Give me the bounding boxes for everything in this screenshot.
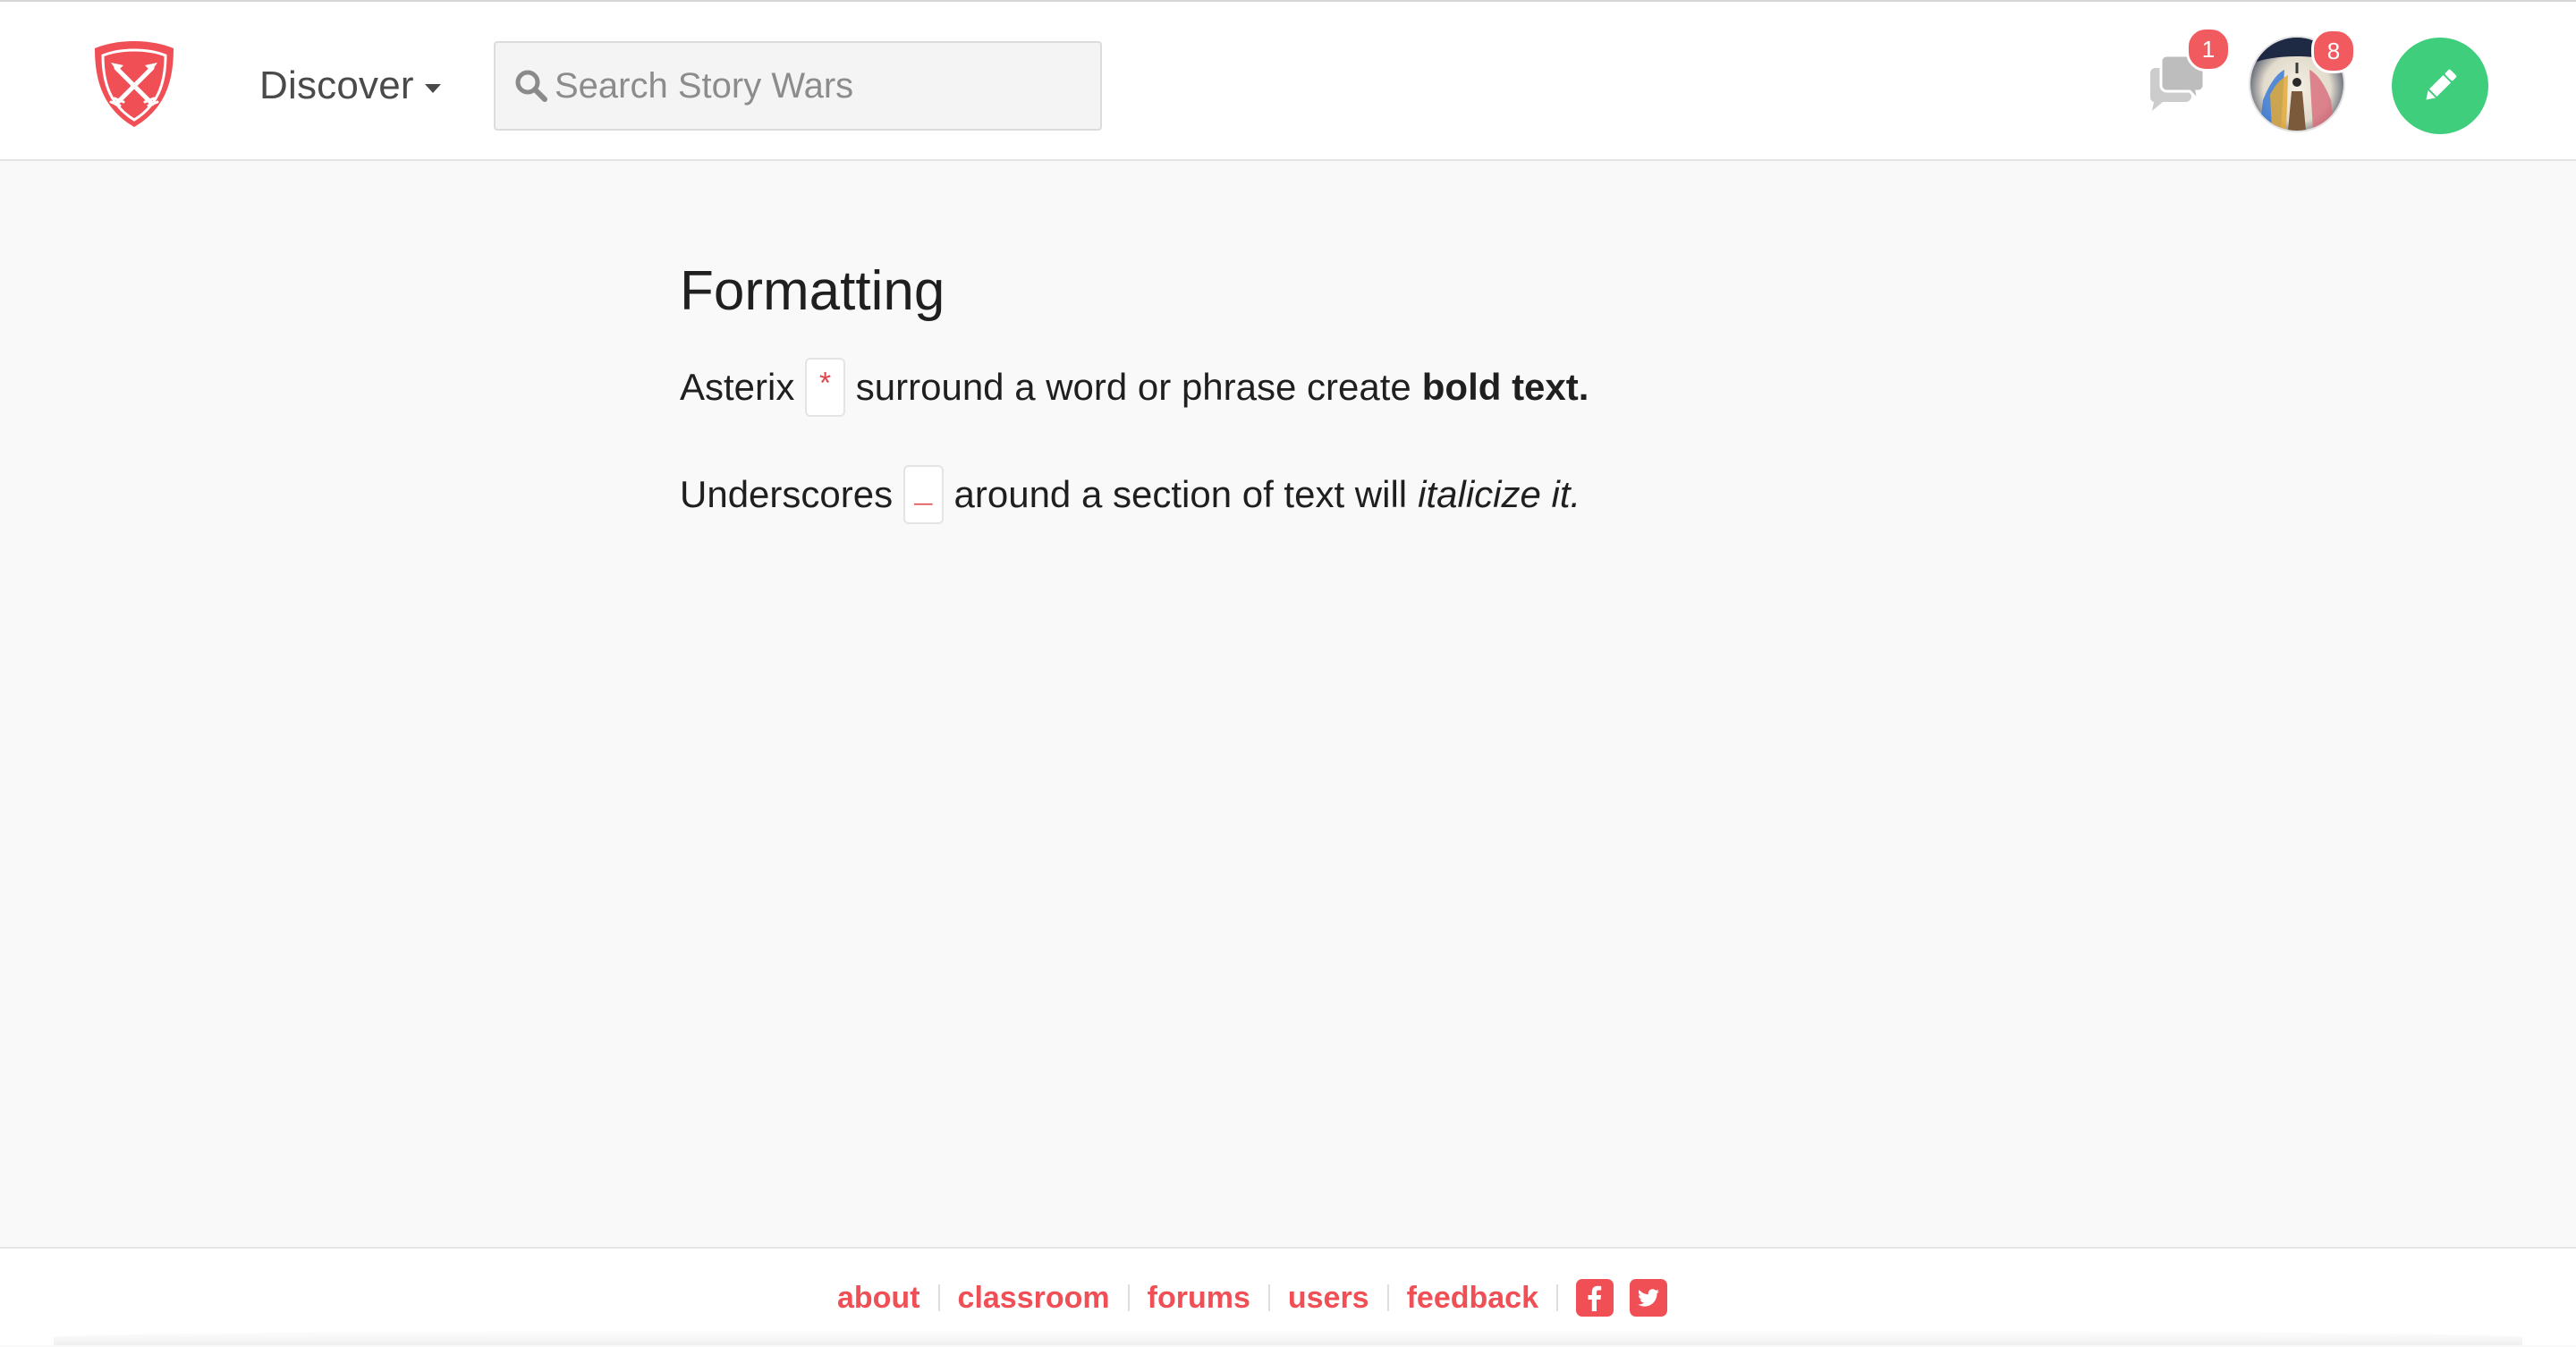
- divider: [1386, 1284, 1389, 1311]
- facebook-link[interactable]: [1576, 1279, 1614, 1317]
- discover-label: Discover: [259, 64, 414, 107]
- shield-crossed-arrows-icon: [95, 41, 174, 127]
- caret-down-icon: [424, 84, 441, 93]
- footer-link-about[interactable]: about: [837, 1281, 920, 1316]
- story-wars-logo[interactable]: [89, 38, 179, 131]
- footer: about classroom forums users feedback: [0, 1247, 2576, 1345]
- footer-link-users[interactable]: users: [1288, 1281, 1369, 1316]
- divider: [1556, 1284, 1558, 1311]
- footer-nav: about classroom forums users feedback: [0, 1249, 2576, 1347]
- pencil-icon: [2426, 69, 2457, 100]
- notifications-badge: 8: [2311, 29, 2356, 73]
- twitter-icon: [1638, 1289, 1659, 1307]
- rule-description: around a section of text will: [953, 473, 1408, 515]
- divider: [1267, 1284, 1270, 1311]
- facebook-icon: [1588, 1285, 1602, 1311]
- footer-link-classroom[interactable]: classroom: [958, 1281, 1110, 1316]
- divider: [1127, 1284, 1130, 1311]
- rule-prefix: Underscores: [680, 473, 894, 515]
- search-input[interactable]: [555, 59, 1073, 113]
- compose-button[interactable]: [2392, 38, 2488, 134]
- search-icon: [515, 70, 547, 102]
- italic-formatting-rule: Underscores _ around a section of text w…: [680, 463, 1932, 526]
- divider: [937, 1284, 940, 1311]
- discover-dropdown[interactable]: Discover: [259, 57, 441, 114]
- page-title: Formatting: [680, 260, 945, 322]
- asterisk-symbol: *: [805, 358, 845, 417]
- search-box[interactable]: [494, 41, 1102, 131]
- twitter-link[interactable]: [1630, 1279, 1667, 1317]
- bold-formatting-rule: Asterix * surround a word or phrase crea…: [680, 356, 1932, 419]
- formatting-help-content: Formatting Asterix * surround a word or …: [680, 254, 1932, 526]
- rule-description: surround a word or phrase create: [855, 366, 1411, 408]
- underscore-symbol: _: [903, 465, 944, 524]
- italic-example: italicize it.: [1418, 473, 1581, 515]
- footer-link-forums[interactable]: forums: [1148, 1281, 1250, 1316]
- rule-prefix: Asterix: [680, 366, 795, 408]
- bold-example: bold text.: [1421, 366, 1589, 408]
- top-navbar: Discover 1: [0, 0, 2576, 161]
- messages-badge: 1: [2186, 27, 2231, 72]
- footer-link-feedback[interactable]: feedback: [1407, 1281, 1538, 1316]
